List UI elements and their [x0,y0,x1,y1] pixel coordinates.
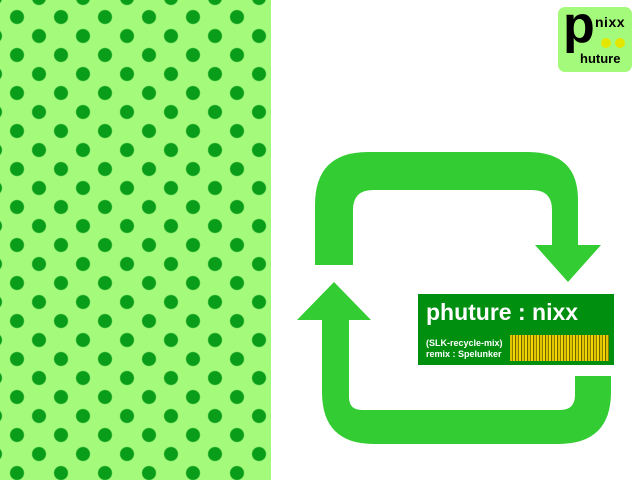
recycle-arrows-icon [297,152,611,444]
logo-dot [601,38,611,48]
barcode-icon [510,335,609,361]
album-title: phuture : nixx [426,299,579,325]
phuture-nixx-logo: p nixx huture [558,0,632,72]
remix-credit: remix : Spelunker [426,349,502,359]
logo-dots-icon [601,38,627,48]
mix-name: (SLK-recycle-mix) [426,338,503,348]
title-label: phuture : nixx (SLK-recycle-mix) remix :… [416,292,616,367]
logo-bottom-text: huture [580,51,621,66]
logo-dot [615,38,625,48]
recycle-arrow-top [315,152,601,282]
logo-letter: p [563,0,595,54]
logo-top-text: nixx [595,14,626,30]
album-cover: phuture : nixx (SLK-recycle-mix) remix :… [0,0,640,480]
